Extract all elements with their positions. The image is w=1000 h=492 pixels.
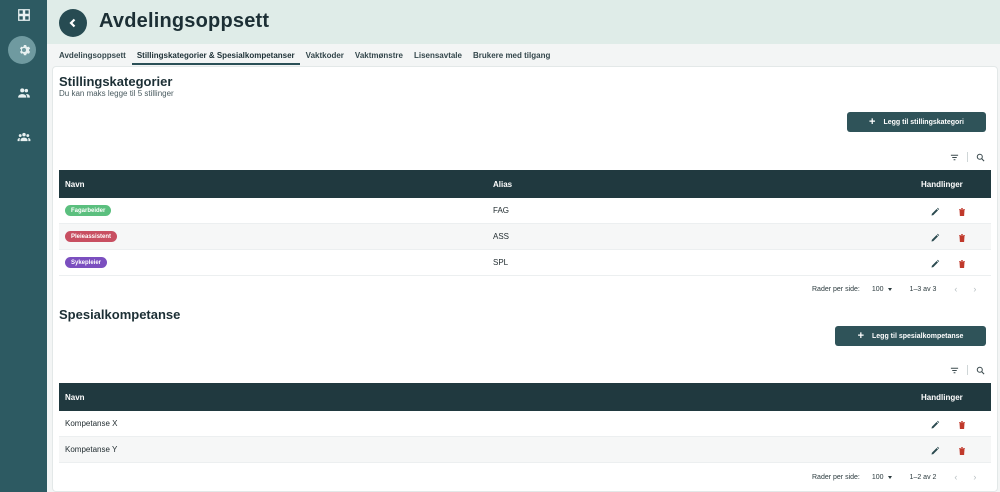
add-stillingskategori-button[interactable]: + Legg til stillingskategori	[847, 112, 986, 132]
role-chip: Pleieassistent	[65, 231, 118, 242]
stillingskategorier-pagination: Rader per side: 100 1–3 av 3 ‹ ›	[812, 284, 976, 294]
edit-icon[interactable]	[930, 207, 940, 217]
add-spesialkompetanse-button[interactable]: + Legg til spesialkompetanse	[835, 326, 986, 346]
alias-cell: FAG	[493, 206, 510, 215]
tool-divider	[967, 365, 968, 375]
table-row: Sykepleier SPL	[59, 250, 991, 276]
table-row: Pleieassistent ASS	[59, 224, 991, 250]
tab-stillingskategorier[interactable]: Stillingskategorier & Spesialkompetanser	[131, 47, 300, 65]
rows-per-page-label: Rader per side:	[812, 285, 860, 293]
search-icon[interactable]	[976, 153, 985, 162]
tab-avdelingsoppsett[interactable]: Avdelingsoppsett	[54, 47, 131, 65]
edit-icon[interactable]	[930, 446, 940, 456]
back-button[interactable]	[59, 9, 87, 37]
search-icon[interactable]	[976, 366, 985, 375]
alias-cell: ASS	[493, 232, 510, 241]
chevron-right-icon[interactable]: ›	[973, 284, 976, 294]
table-row: Fagarbeider FAG	[59, 198, 991, 224]
delete-icon[interactable]	[957, 207, 967, 217]
table-tools	[950, 365, 985, 375]
table-row: Kompetanse Y	[59, 437, 991, 463]
column-header-navn: Navn	[65, 393, 85, 402]
rows-per-page-select[interactable]: 100	[872, 286, 892, 293]
name-cell: Kompetanse X	[65, 419, 118, 428]
chevron-left-icon[interactable]: ‹	[954, 472, 957, 482]
name-cell: Kompetanse Y	[65, 445, 118, 454]
rows-per-page-select[interactable]: 100	[872, 474, 892, 481]
dashboard-icon[interactable]	[0, 0, 47, 30]
tab-bar: Avdelingsoppsett Stillingskategorier & S…	[54, 47, 556, 65]
spesialkompetanse-title: Spesialkompetanse	[59, 307, 181, 322]
delete-icon[interactable]	[957, 233, 967, 243]
edit-icon[interactable]	[930, 259, 940, 269]
add-spesialkompetanse-label: Legg til spesialkompetanse	[872, 332, 964, 340]
column-header-alias: Alias	[493, 180, 513, 189]
tab-lisensavtale[interactable]: Lisensavtale	[409, 47, 467, 65]
plus-icon: +	[857, 329, 864, 342]
delete-icon[interactable]	[957, 420, 967, 430]
table-row: Kompetanse X	[59, 411, 991, 437]
edit-icon[interactable]	[930, 233, 940, 243]
add-stillingskategori-label: Legg til stillingskategori	[883, 118, 964, 126]
spesialkompetanse-table-header: Navn Handlinger	[59, 383, 991, 411]
column-header-handlinger: Handlinger	[921, 393, 963, 402]
settings-icon[interactable]	[0, 35, 47, 65]
page-title: Avdelingsoppsett	[99, 10, 270, 32]
stillingskategorier-table-header: Navn Alias Handlinger	[59, 170, 991, 198]
caret-down-icon	[887, 475, 892, 479]
person-icon[interactable]	[0, 78, 47, 108]
role-chip: Sykepleier	[65, 257, 108, 268]
delete-icon[interactable]	[957, 446, 967, 456]
pagination-range: 1–3 av 3	[909, 285, 937, 293]
caret-down-icon	[887, 287, 892, 291]
chevron-right-icon[interactable]: ›	[973, 472, 976, 482]
column-header-navn: Navn	[65, 180, 85, 189]
filter-icon[interactable]	[950, 366, 959, 375]
delete-icon[interactable]	[957, 259, 967, 269]
rows-per-page-value: 100	[871, 473, 884, 481]
rows-per-page-label: Rader per side:	[812, 473, 860, 481]
tab-brukere-med-tilgang[interactable]: Brukere med tilgang	[468, 47, 555, 65]
role-chip: Fagarbeider	[65, 205, 112, 216]
pagination-range: 1–2 av 2	[909, 473, 937, 481]
column-header-handlinger: Handlinger	[921, 180, 963, 189]
chevron-left-icon	[69, 18, 76, 28]
rows-per-page-value: 100	[871, 285, 884, 293]
filter-icon[interactable]	[950, 153, 959, 162]
tool-divider	[967, 152, 968, 162]
chevron-left-icon[interactable]: ‹	[954, 284, 957, 294]
stillingskategorier-title: Stillingskategorier	[59, 74, 173, 89]
side-rail	[0, 0, 47, 492]
page-header: Avdelingsoppsett	[47, 0, 1000, 44]
table-tools	[950, 152, 985, 162]
tab-vaktkoder[interactable]: Vaktkoder	[301, 47, 349, 65]
spesialkompetanse-pagination: Rader per side: 100 1–2 av 2 ‹ ›	[812, 472, 976, 482]
group-icon[interactable]	[0, 122, 47, 152]
edit-icon[interactable]	[930, 420, 940, 430]
tab-vaktmonstre[interactable]: Vaktmønstre	[350, 47, 408, 65]
stillingskategorier-subtitle: Du kan maks legge til 5 stillinger	[59, 89, 174, 98]
plus-icon: +	[869, 115, 876, 128]
alias-cell: SPL	[493, 258, 509, 267]
